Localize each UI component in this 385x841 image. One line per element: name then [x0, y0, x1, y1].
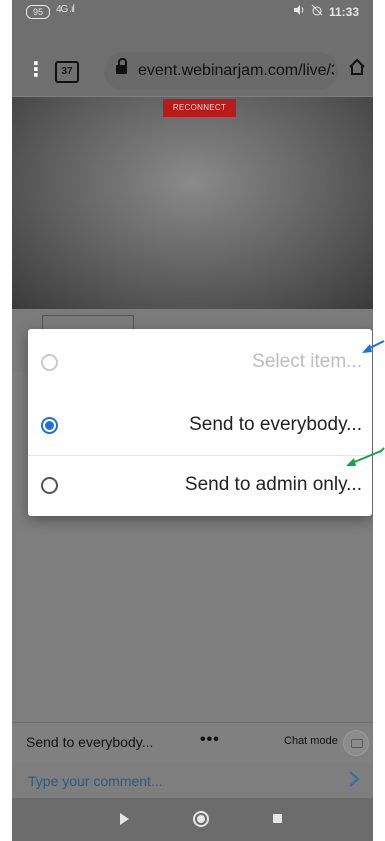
radio-select-item — [41, 354, 58, 371]
signal-indicator: 4G .ıl — [56, 4, 75, 15]
nav-home-icon[interactable] — [193, 811, 209, 827]
send-target-selector[interactable]: Send to everybody... — [26, 734, 153, 750]
status-right: 11:33 — [293, 4, 359, 19]
option-label: Send to admin only... — [184, 474, 362, 495]
home-icon[interactable] — [348, 58, 366, 76]
alarm-off-icon — [311, 4, 323, 19]
option-select-item: Select item... — [28, 333, 372, 391]
status-bar: 95 4G .ıl 11:33 — [12, 0, 373, 24]
option-label: Select item... — [252, 351, 362, 372]
browser-menu-icon[interactable]: ⋮ — [26, 60, 46, 80]
option-send-to-admin[interactable]: Send to admin only... — [28, 455, 372, 511]
chat-bar: Send to everybody... ••• Chat mode — [12, 722, 373, 763]
more-options-icon[interactable]: ••• — [200, 731, 220, 749]
url-text: event.webinarjam.com/live/3 — [138, 62, 334, 79]
option-label: Send to everybody... — [189, 414, 362, 435]
comment-row — [12, 763, 373, 797]
browser-toolbar: ⋮ 37 event.webinarjam.com/live/3 — [12, 24, 373, 96]
lock-icon — [116, 58, 127, 75]
battery-indicator: 95 — [26, 5, 50, 19]
chat-mode-icon[interactable] — [343, 730, 369, 756]
send-chevron-icon[interactable] — [348, 770, 360, 788]
system-nav-bar — [12, 798, 373, 841]
tab-switcher-button[interactable]: 37 — [55, 61, 79, 83]
video-player[interactable] — [12, 97, 373, 309]
reconnect-button[interactable]: RECONNECT — [163, 99, 236, 117]
hand-raise-button[interactable] — [42, 315, 134, 330]
option-send-to-everybody[interactable]: Send to everybody... — [28, 396, 372, 454]
status-time: 11:33 — [328, 4, 359, 19]
mute-icon — [293, 4, 305, 19]
nav-back-icon[interactable] — [120, 813, 129, 825]
radio-send-to-admin[interactable] — [41, 477, 58, 494]
address-bar[interactable]: event.webinarjam.com/live/3 — [104, 52, 338, 90]
comment-input[interactable] — [26, 770, 330, 792]
chat-mode-label: Chat mode — [284, 735, 338, 747]
send-target-dialog: Select item... Send to everybody... Send… — [28, 329, 372, 516]
radio-send-to-everybody[interactable] — [41, 417, 58, 434]
nav-recent-icon[interactable] — [273, 814, 282, 823]
phone-screen: 95 4G .ıl 11:33 ⋮ 37 event.webinarjam.co… — [12, 0, 373, 841]
